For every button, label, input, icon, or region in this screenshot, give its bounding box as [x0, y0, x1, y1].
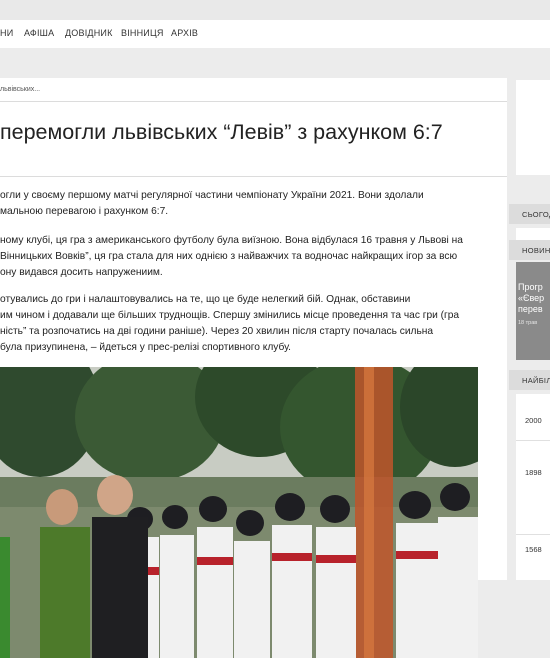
- top-strip: [0, 0, 550, 20]
- paragraph-line: огли у своєму першому матчі регулярної ч…: [0, 190, 424, 201]
- nav-spacer: [0, 48, 550, 78]
- nav-item-partial[interactable]: НИ: [0, 28, 13, 38]
- nav-item-afisha[interactable]: АФІША: [24, 28, 54, 38]
- tab-today-label: СЬОГОД: [522, 210, 550, 219]
- sidebar: СЬОГОД НОВИН Прогр «Євер перев 18 трав Н…: [507, 78, 550, 580]
- paragraph-line: Вінницьких Вовків”, ця гра стала для них…: [0, 251, 458, 262]
- nav-item-arkhiv[interactable]: АРХІВ: [171, 28, 198, 38]
- article-photo: [0, 367, 478, 658]
- article-paragraph-3: отувались до гри і налаштовувались на те…: [0, 292, 490, 356]
- paragraph-line: була призупинена, – йдеться у прес-реліз…: [0, 342, 291, 353]
- article-container: львівських... перемогли львівських “Леві…: [0, 78, 507, 658]
- list-divider: [516, 440, 550, 441]
- paragraph-line: ону видався досить напружениим.: [0, 267, 163, 278]
- news-teaser-line: «Євер: [518, 293, 545, 303]
- football-team-photo: [0, 367, 478, 658]
- most-read-list: 2000 1898 1568: [516, 394, 550, 580]
- paragraph-line: им чином і додавали ще більших труднощів…: [0, 310, 460, 321]
- paragraph-line: ному клубі, ця гра з американського футб…: [0, 235, 463, 246]
- sidebar-top-box: [516, 80, 550, 175]
- paragraph-line: отувались до гри і налаштовувались на те…: [0, 294, 411, 305]
- tab-most-read[interactable]: НАЙБІЛ: [509, 370, 550, 390]
- paragraph-line: мальною перевагою і рахунком 6:7.: [0, 206, 169, 217]
- news-teaser-line: Прогр: [518, 282, 543, 292]
- title-divider: [0, 176, 507, 177]
- nav-item-dovidnyk[interactable]: ДОВІДНИК: [65, 28, 113, 38]
- tab-today[interactable]: СЬОГОД: [509, 204, 550, 224]
- breadcrumb: львівських...: [0, 78, 507, 102]
- list-divider: [516, 534, 550, 535]
- breadcrumb-current[interactable]: львівських...: [0, 86, 40, 93]
- article-paragraph-1: огли у своєму першому матчі регулярної ч…: [0, 188, 490, 220]
- news-teaser-meta: 18 трав: [518, 320, 538, 326]
- paragraph-line: ність” та розпочатись на дві години рані…: [0, 326, 434, 337]
- tab-most-read-label: НАЙБІЛ: [522, 376, 550, 385]
- most-read-count: 1568: [525, 545, 542, 554]
- article-title: перемогли львівських “Левів” з рахунком …: [0, 120, 443, 144]
- main-navigation: НИ АФІША ДОВІДНИК ВІННИЦЯ АРХІВ: [0, 20, 550, 48]
- tab-news-label: НОВИН: [522, 246, 550, 255]
- most-read-count: 2000: [525, 416, 542, 425]
- news-teaser-line: перев: [518, 304, 543, 314]
- news-teaser-image[interactable]: Прогр «Євер перев 18 трав: [516, 262, 550, 360]
- article-paragraph-2: ному клубі, ця гра з американського футб…: [0, 233, 490, 281]
- nav-item-vinnytsia[interactable]: ВІННИЦЯ: [121, 28, 164, 38]
- most-read-count: 1898: [525, 468, 542, 477]
- tab-news[interactable]: НОВИН: [509, 240, 550, 260]
